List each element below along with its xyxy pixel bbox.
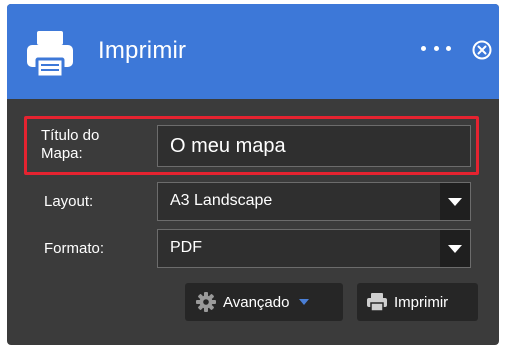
print-button[interactable]: Imprimir <box>357 283 478 321</box>
printer-icon <box>367 293 387 312</box>
format-select[interactable]: PDF <box>157 229 471 268</box>
map-title-label: Título do Mapa: <box>41 127 99 163</box>
chevron-down-icon <box>299 299 310 305</box>
more-options-icon[interactable] <box>421 38 451 58</box>
map-title-label-line2: Mapa: <box>41 145 83 162</box>
print-button-label: Imprimir <box>394 293 449 311</box>
chevron-down-icon[interactable] <box>440 183 470 220</box>
print-panel: Imprimir Título do Mapa: Layout: A3 Land… <box>7 4 499 345</box>
layout-select[interactable]: A3 Landscape <box>157 182 471 221</box>
map-title-input[interactable] <box>157 125 471 167</box>
panel-header: Imprimir <box>7 4 499 99</box>
advanced-button-label: Avançado <box>223 293 290 311</box>
map-title-label-line1: Título do <box>41 127 100 144</box>
close-icon[interactable] <box>472 40 492 60</box>
layout-selected-value: A3 Landscape <box>170 192 273 209</box>
printer-icon <box>27 31 73 79</box>
advanced-button[interactable]: Avançado <box>185 283 343 321</box>
layout-label: Layout: <box>44 193 94 210</box>
format-selected-value: PDF <box>170 239 202 256</box>
gear-icon <box>196 292 216 312</box>
format-label: Formato: <box>44 240 105 257</box>
panel-title: Imprimir <box>98 37 187 64</box>
chevron-down-icon[interactable] <box>440 230 470 267</box>
